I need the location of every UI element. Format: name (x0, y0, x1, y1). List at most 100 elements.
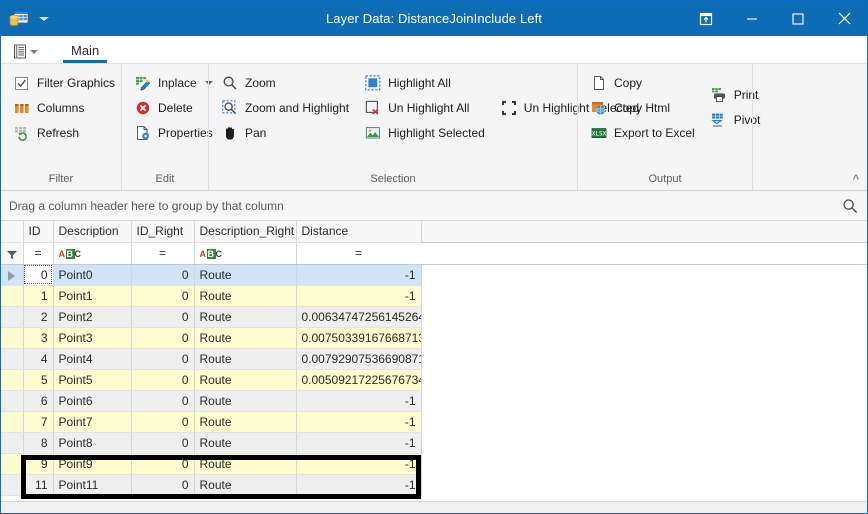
cell-distance[interactable]: -1 (296, 390, 422, 412)
cell-id[interactable]: 4 (23, 348, 54, 370)
cell-id[interactable]: 11 (23, 474, 54, 496)
table-row[interactable]: 9 Point9 0 Route -1 (1, 453, 422, 475)
cell-description-right[interactable]: Route (194, 348, 297, 370)
group-by-panel[interactable]: Drag a column header here to group by th… (1, 191, 867, 221)
cell-description[interactable]: Point6 (53, 390, 132, 412)
cell-description[interactable]: Point0 (53, 264, 132, 286)
cell-description-right[interactable]: Route (194, 390, 297, 412)
cell-id-right[interactable]: 0 (131, 285, 195, 307)
cell-distance[interactable]: 0.00750339167668713 (296, 327, 422, 349)
cell-id[interactable]: 1 (23, 285, 54, 307)
copy-button[interactable]: Copy (584, 70, 704, 95)
cell-id-right[interactable]: 0 (131, 306, 195, 328)
cell-distance[interactable]: -1 (296, 411, 422, 433)
cell-distance[interactable]: 0.00509217225676734 (296, 369, 422, 391)
highlight-selected-button[interactable]: Highlight Selected (358, 120, 494, 145)
table-row[interactable]: 6 Point6 0 Route -1 (1, 390, 422, 412)
table-row[interactable]: 1 Point1 0 Route -1 (1, 285, 422, 307)
filter-operator-id-right[interactable]: = (131, 242, 195, 265)
cell-id[interactable]: 7 (23, 411, 54, 433)
refresh-button[interactable]: Refresh (7, 120, 124, 145)
zoom-button[interactable]: Zoom (215, 70, 358, 95)
minimize-button[interactable] (729, 1, 775, 36)
cell-description[interactable]: Point5 (53, 369, 132, 391)
cell-distance[interactable]: 0.00792907536690871 (296, 348, 422, 370)
table-row[interactable]: 3 Point3 0 Route 0.00750339167668713 (1, 327, 422, 349)
row-indicator[interactable] (1, 474, 24, 496)
application-menu-button[interactable] (1, 44, 49, 63)
cell-id-right[interactable]: 0 (131, 432, 195, 454)
cell-id-right[interactable]: 0 (131, 390, 195, 412)
cell-id[interactable]: 9 (23, 453, 54, 475)
cell-id-right[interactable]: 0 (131, 264, 195, 286)
row-indicator[interactable] (1, 285, 24, 307)
cell-id[interactable]: 5 (23, 369, 54, 391)
search-icon[interactable] (841, 197, 859, 215)
column-header-description-right[interactable]: Description_Right (194, 221, 297, 243)
cell-description-right[interactable]: Route (194, 285, 297, 307)
cell-description[interactable]: Point2 (53, 306, 132, 328)
copy-html-button[interactable]: Copy Html (584, 95, 704, 120)
cell-description[interactable]: Point1 (53, 285, 132, 307)
column-header-id[interactable]: ID (23, 221, 54, 243)
filter-funnel-icon[interactable] (1, 242, 24, 265)
cell-distance[interactable]: -1 (296, 453, 422, 475)
column-header-description[interactable]: Description (53, 221, 132, 243)
cell-id-right[interactable]: 0 (131, 411, 195, 433)
maximize-button[interactable] (775, 1, 821, 36)
cell-id[interactable]: 3 (23, 327, 54, 349)
table-row[interactable]: 8 Point8 0 Route -1 (1, 432, 422, 454)
cell-description[interactable]: Point3 (53, 327, 132, 349)
highlight-all-button[interactable]: Highlight All (358, 70, 494, 95)
filter-operator-description-right[interactable]: ABC (194, 242, 297, 265)
table-row[interactable]: 5 Point5 0 Route 0.00509217225676734 (1, 369, 422, 391)
cell-id[interactable]: 2 (23, 306, 54, 328)
float-window-button[interactable] (683, 1, 729, 36)
cell-description[interactable]: Point4 (53, 348, 132, 370)
cell-id[interactable]: 8 (23, 432, 54, 454)
cell-id-right[interactable]: 0 (131, 348, 195, 370)
pan-button[interactable]: Pan (215, 120, 358, 145)
row-indicator[interactable] (1, 306, 24, 328)
un-highlight-all-button[interactable]: Un Highlight All (358, 95, 494, 120)
cell-description-right[interactable]: Route (194, 306, 297, 328)
filter-operator-distance[interactable]: = (296, 242, 422, 265)
table-row[interactable]: 4 Point4 0 Route 0.00792907536690871 (1, 348, 422, 370)
row-indicator[interactable] (1, 369, 24, 391)
ribbon-collapse-chevron-up-icon[interactable] (845, 172, 861, 186)
cell-id-right[interactable]: 0 (131, 453, 195, 475)
cell-description-right[interactable]: Route (194, 264, 297, 286)
cell-distance[interactable]: -1 (296, 474, 422, 496)
tab-main[interactable]: Main (61, 40, 109, 63)
columns-button[interactable]: Columns (7, 95, 124, 120)
table-row[interactable]: 11 Point11 0 Route -1 (1, 474, 422, 496)
close-button[interactable] (821, 1, 867, 36)
table-row[interactable]: 7 Point7 0 Route -1 (1, 411, 422, 433)
cell-distance[interactable]: -1 (296, 432, 422, 454)
column-header-distance[interactable]: Distance (296, 221, 422, 243)
cell-description-right[interactable]: Route (194, 327, 297, 349)
cell-description[interactable]: Point8 (53, 432, 132, 454)
row-indicator[interactable] (1, 453, 24, 475)
cell-id-right[interactable]: 0 (131, 369, 195, 391)
row-indicator-current[interactable] (1, 264, 24, 286)
filter-graphics-button[interactable]: Filter Graphics (7, 70, 124, 95)
cell-description[interactable]: Point9 (53, 453, 132, 475)
zoom-and-highlight-button[interactable]: Zoom and Highlight (215, 95, 358, 120)
row-indicator[interactable] (1, 411, 24, 433)
row-indicator[interactable] (1, 327, 24, 349)
cell-distance[interactable]: -1 (296, 264, 422, 286)
cell-id[interactable]: 6 (23, 390, 54, 412)
cell-id-right[interactable]: 0 (131, 474, 195, 496)
column-header-id-right[interactable]: ID_Right (131, 221, 195, 243)
table-row[interactable]: 2 Point2 0 Route 0.00634747256145264 (1, 306, 422, 328)
cell-description-right[interactable]: Route (194, 432, 297, 454)
filter-operator-id[interactable]: = (23, 242, 54, 265)
table-database-icon[interactable] (9, 10, 29, 28)
cell-distance[interactable]: -1 (296, 285, 422, 307)
cell-description[interactable]: Point7 (53, 411, 132, 433)
row-indicator[interactable] (1, 432, 24, 454)
quick-access-chevron-down-icon[interactable] (38, 13, 50, 25)
cell-description[interactable]: Point11 (53, 474, 132, 496)
filter-operator-description[interactable]: ABC (53, 242, 132, 265)
